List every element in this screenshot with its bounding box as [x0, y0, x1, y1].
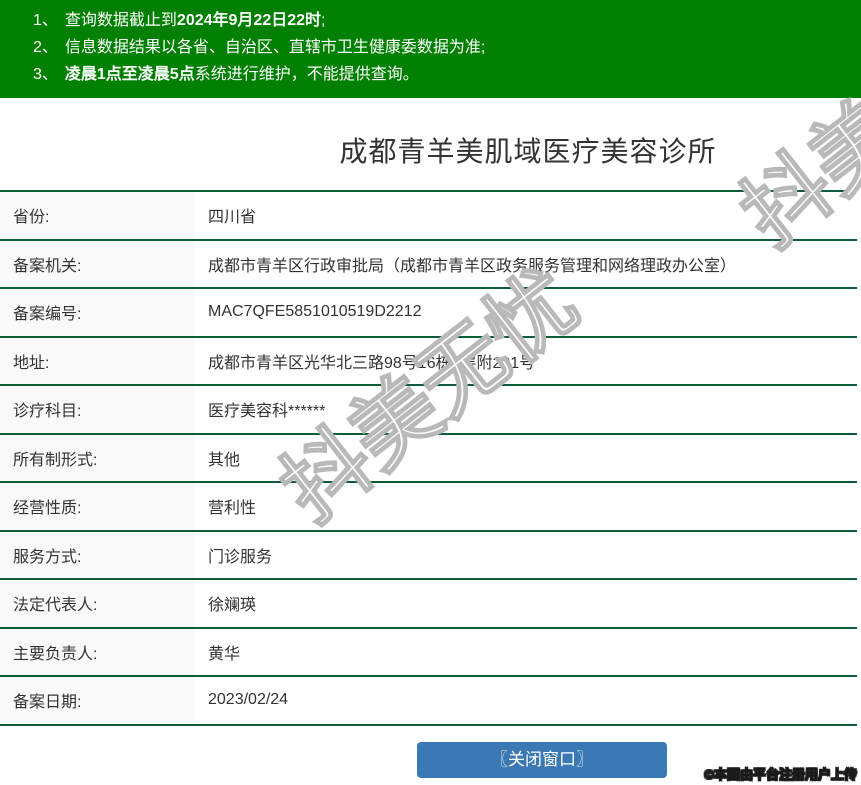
upload-credit-watermark: ©本图由平台注册用户上传 [704, 767, 858, 783]
notice-number: 3、 [33, 66, 58, 83]
row-label: 诊疗科目: [0, 386, 195, 433]
row-value: 2023/02/24 [208, 691, 289, 709]
table-row-province: 省份: 四川省 [0, 192, 857, 241]
notice-text: 信息数据结果以各省、自治区、直辖市卫生健康委数据为准; [64, 39, 486, 56]
table-row-departments: 诊疗科目: 医疗美容科****** [0, 386, 857, 435]
table-row-service-mode: 服务方式: 门诊服务 [0, 531, 857, 580]
row-label: 备案日期: [0, 677, 195, 724]
table-row-filing-authority: 备案机关: 成都市青羊区行政审批局（成都市青羊区政务服务管理和网络理政办公室） [0, 240, 857, 289]
table-row-ownership: 所有制形式: 其他 [0, 434, 857, 483]
row-value: 营利性 [208, 500, 257, 518]
row-value: 成都市青羊区行政审批局（成都市青羊区政务服务管理和网络理政办公室） [208, 257, 737, 275]
row-value: 成都市青羊区光华北三路98号16栋2层附201号 [208, 354, 536, 372]
notice-text-bold: 凌晨1点至凌晨5点 [64, 66, 195, 83]
table-row-address: 地址: 成都市青羊区光华北三路98号16栋2层附201号 [0, 337, 857, 386]
table-row-filing-date: 备案日期: 2023/02/24 [0, 677, 857, 726]
page-title: 成都青羊美肌域医疗美容诊所 [339, 136, 717, 167]
notice-line-1: 1、 查询数据截止到2024年9月22日22时; [33, 7, 851, 34]
row-label: 经营性质: [0, 483, 195, 530]
notice-text-bold: 2024年9月22日22时 [176, 12, 322, 29]
row-value: 门诊服务 [208, 548, 273, 566]
row-value: 其他 [208, 451, 241, 469]
notice-text: 查询数据截止到 [64, 12, 177, 29]
row-value: 黄华 [208, 645, 241, 663]
notice-text: 系统进行维护，不能提供查询。 [194, 66, 419, 83]
row-value: 医疗美容科****** [208, 403, 326, 421]
table-row-legal-representative: 法定代表人: 徐斓瑛 [0, 580, 857, 629]
row-value: 徐斓瑛 [208, 597, 257, 615]
row-label: 所有制形式: [0, 434, 195, 481]
row-value: 四川省 [208, 209, 257, 227]
row-label: 法定代表人: [0, 580, 195, 627]
row-label: 主要负责人: [0, 628, 195, 675]
notice-number: 2、 [33, 39, 58, 56]
table-row-business-nature: 经营性质: 营利性 [0, 483, 857, 532]
table-row-filing-number: 备案编号: MAC7QFE5851010519D2212 [0, 289, 857, 338]
row-label: 备案编号: [0, 289, 195, 336]
title-row: 成都青羊美肌域医疗美容诊所 [195, 98, 861, 190]
notice-text: ; [321, 12, 326, 29]
row-label: 服务方式: [0, 531, 195, 578]
notice-line-3: 3、 凌晨1点至凌晨5点系统进行维护，不能提供查询。 [33, 61, 851, 88]
row-value: MAC7QFE5851010519D2212 [208, 303, 422, 321]
row-label: 地址: [0, 337, 195, 384]
table-row-principal: 主要负责人: 黄华 [0, 628, 857, 677]
notice-banner: 1、 查询数据截止到2024年9月22日22时; 2、 信息数据结果以各省、自治区、… [0, 0, 861, 98]
notice-line-2: 2、 信息数据结果以各省、自治区、直辖市卫生健康委数据为准; [33, 34, 851, 61]
row-label: 省份: [0, 192, 195, 239]
row-label: 备案机关: [0, 240, 195, 287]
notice-number: 1、 [33, 12, 58, 29]
close-window-button[interactable]: 〖关闭窗口〗 [417, 741, 667, 778]
record-table: 省份: 四川省 备案机关: 成都市青羊区行政审批局（成都市青羊区政务服务管理和网… [0, 190, 857, 726]
